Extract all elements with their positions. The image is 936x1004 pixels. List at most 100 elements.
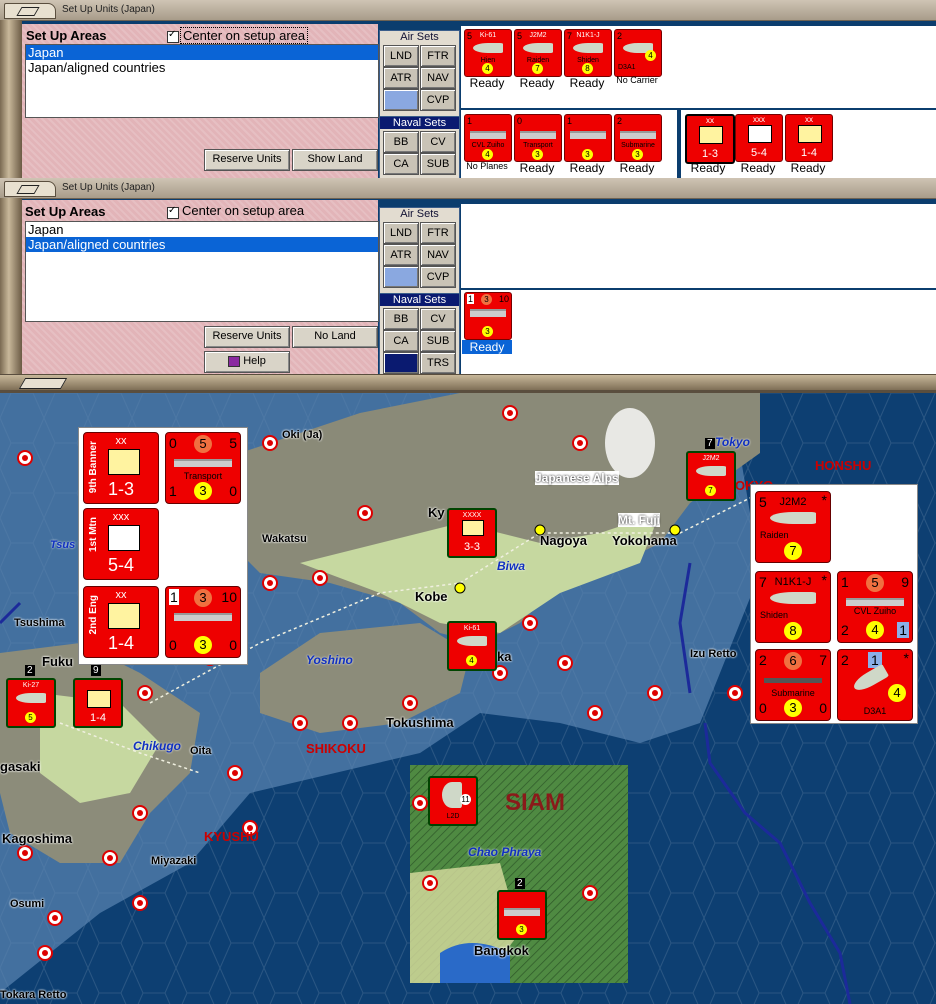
air-set-ftr-button[interactable]: FTR xyxy=(420,45,456,67)
plane-icon xyxy=(457,636,487,646)
unit-value: 1-4 xyxy=(801,147,817,159)
air-set-nav-button[interactable]: NAV xyxy=(420,67,456,89)
naval-counter-submarine[interactable]: 2 Submarine 3 xyxy=(614,114,662,162)
popup-unit-submarine[interactable]: 2 6 7 Submarine 0 3 0 xyxy=(755,649,831,721)
naval-counter-transport[interactable]: 0 Transport 3 xyxy=(514,114,562,162)
label-gasaki: gasaki xyxy=(0,759,41,774)
air-counter-j2m2[interactable]: 5 J2M2 Raiden 7 xyxy=(514,29,562,77)
air-counter-status: No Carrier xyxy=(616,75,658,85)
unit-name: CVL Zuiho xyxy=(853,606,897,616)
label-honshu: HONSHU xyxy=(815,458,872,473)
help-button[interactable]: Help xyxy=(204,351,290,373)
air-counter-n1k1[interactable]: 7 N1K1-J Shiden 8 xyxy=(564,29,612,77)
popup-unit-1st-mtn[interactable]: xxx 1st Mtn 5-4 xyxy=(83,508,159,580)
window1-titlebar[interactable]: Set Up Units (Japan) xyxy=(0,0,936,21)
naval-set-sub-button[interactable]: SUB xyxy=(420,330,456,352)
naval-counter-zuiho[interactable]: 1 CVL Zuiho 4 xyxy=(464,114,512,162)
center-checkbox[interactable] xyxy=(167,29,179,43)
air-set-cvp-button[interactable]: CVP xyxy=(420,89,456,111)
air-set-cvp-button[interactable]: CVP xyxy=(420,266,456,288)
popup-unit-n1k1[interactable]: 7 N1K1-J * Shiden 8 xyxy=(755,571,831,643)
map-counter-j2m2[interactable]: J2M2 7 xyxy=(686,451,736,501)
naval-set-bb-button[interactable]: BB xyxy=(383,131,419,153)
air-set-nav-button[interactable]: NAV xyxy=(420,244,456,266)
label-chao-phraya: Chao Phraya xyxy=(468,845,542,859)
window2-areas-list[interactable]: Japan Japan/aligned countries xyxy=(25,221,379,322)
map-counter-hq[interactable]: XXXX 3-3 xyxy=(447,508,497,558)
counter-subname: CVL Zuiho xyxy=(471,142,505,149)
naval-set-cv-button[interactable]: CV xyxy=(420,308,456,330)
naval-counter-selected[interactable]: 1 3 10 3 xyxy=(464,292,512,340)
stack-popup-right[interactable]: 5 J2M2 * Raiden 7 7 N1K1-J * Shiden 8 1 … xyxy=(750,484,918,724)
naval-set-dark-button[interactable] xyxy=(383,352,419,374)
map-counter-l2d[interactable]: L2D 11 xyxy=(428,776,478,826)
map-counter-ship[interactable]: 3 xyxy=(497,890,547,940)
popup-unit-2nd-eng[interactable]: xx 2nd Eng 1-4 xyxy=(83,586,159,658)
land-counter-1st-mtn[interactable]: xxx 5-4 xyxy=(735,114,783,162)
map-counter-ki61[interactable]: Ki-61 4 xyxy=(447,621,497,671)
collapse-tab-icon[interactable] xyxy=(18,378,68,389)
window1-areas-list[interactable]: Japan Japan/aligned countries xyxy=(25,44,379,118)
game-map[interactable]: Oki (Ja) HONSHU Japanese Alps Mt. Fuji N… xyxy=(0,393,936,1004)
popup-unit-9th-banner[interactable]: xx 9th Banner 1-3 xyxy=(83,432,159,504)
naval-counter-ship[interactable]: 1 3 xyxy=(564,114,612,162)
unit-subname: Raiden xyxy=(760,530,789,540)
window2-bottom-bar[interactable] xyxy=(0,374,936,391)
unit-value: 0 xyxy=(229,637,237,653)
land-counter-2nd-eng[interactable]: xx 1-4 xyxy=(785,114,833,162)
naval-set-trs-button[interactable]: TRS xyxy=(420,352,456,374)
center-checkbox-label[interactable]: Center on setup area xyxy=(182,203,304,218)
unit-strength: 7 xyxy=(784,542,802,560)
counter-value: 1 xyxy=(467,116,473,126)
unit-name: Transport xyxy=(183,471,223,481)
air-set-lnd-button[interactable]: LND xyxy=(383,222,419,244)
popup-unit-j2m2[interactable]: 5 J2M2 * Raiden 7 xyxy=(755,491,831,563)
naval-set-ca-button[interactable]: CA xyxy=(383,153,419,175)
label-yoshino: Yoshino xyxy=(306,653,353,667)
center-checkbox[interactable] xyxy=(167,205,179,219)
air-set-atr-button[interactable]: ATR xyxy=(383,67,419,89)
show-land-button[interactable]: Show Land xyxy=(292,149,378,171)
popup-unit-zuiho[interactable]: 1 5 9 CVL Zuiho 2 4 1 xyxy=(837,571,913,643)
area-item-aligned[interactable]: Japan/aligned countries xyxy=(26,60,378,75)
naval-counter-status: Ready xyxy=(569,161,605,175)
unit-strength: 4 xyxy=(866,621,884,639)
naval-set-sub-button[interactable]: SUB xyxy=(420,153,456,175)
popup-unit-d3a1[interactable]: 2 1 * 4 D3A1 xyxy=(837,649,913,721)
popup-unit-ship[interactable]: 1 3 10 0 3 0 xyxy=(165,586,241,658)
air-set-lnd-button[interactable]: LND xyxy=(383,45,419,67)
unit-value: 1 xyxy=(897,622,909,638)
unit-value: 0 xyxy=(229,483,237,499)
popup-unit-transport[interactable]: 0 5 5 Transport 1 3 0 xyxy=(165,432,241,504)
area-item-japan[interactable]: Japan xyxy=(26,222,378,237)
setup-areas-heading: Set Up Areas xyxy=(26,28,107,43)
counter-value: 1 xyxy=(467,294,475,304)
naval-set-cv-button[interactable]: CV xyxy=(420,131,456,153)
stack-popup-left[interactable]: xx 9th Banner 1-3 0 5 5 Transport 1 3 0 … xyxy=(78,427,248,665)
map-counter-eng[interactable]: 1-4 xyxy=(73,678,123,728)
reserve-units-button[interactable]: Reserve Units xyxy=(204,149,290,171)
area-item-japan[interactable]: Japan xyxy=(26,45,378,60)
naval-set-bb-button[interactable]: BB xyxy=(383,308,419,330)
land-counter-9th-banner[interactable]: xx 1-3 xyxy=(685,114,735,164)
map-counter-ki27[interactable]: Ki-27 5 xyxy=(6,678,56,728)
air-set-blank-button[interactable] xyxy=(383,266,419,288)
air-counter-d3a1[interactable]: 2 D3A1 4 xyxy=(614,29,662,77)
reserve-units-button[interactable]: Reserve Units xyxy=(204,326,290,348)
unit-value: 0 xyxy=(819,700,827,716)
air-set-blank-button[interactable] xyxy=(383,89,419,111)
center-checkbox-label[interactable]: Center on setup area xyxy=(180,27,309,44)
window-tab-icon[interactable] xyxy=(4,181,56,197)
unit-name: 2nd Eng xyxy=(88,595,99,635)
air-counter-ki61[interactable]: 5 Ki-61 Hien 4 xyxy=(464,29,512,77)
area-item-aligned[interactable]: Japan/aligned countries xyxy=(26,237,378,252)
air-set-atr-button[interactable]: ATR xyxy=(383,244,419,266)
window2-titlebar[interactable]: Set Up Units (Japan) xyxy=(0,178,936,199)
mountain-icon xyxy=(748,125,772,143)
unit-value: 1 xyxy=(169,589,179,605)
air-set-ftr-button[interactable]: FTR xyxy=(420,222,456,244)
counter-range: 10 xyxy=(498,294,509,304)
naval-set-ca-button[interactable]: CA xyxy=(383,330,419,352)
no-land-button[interactable]: No Land xyxy=(292,326,378,348)
window-tab-icon[interactable] xyxy=(4,3,56,19)
